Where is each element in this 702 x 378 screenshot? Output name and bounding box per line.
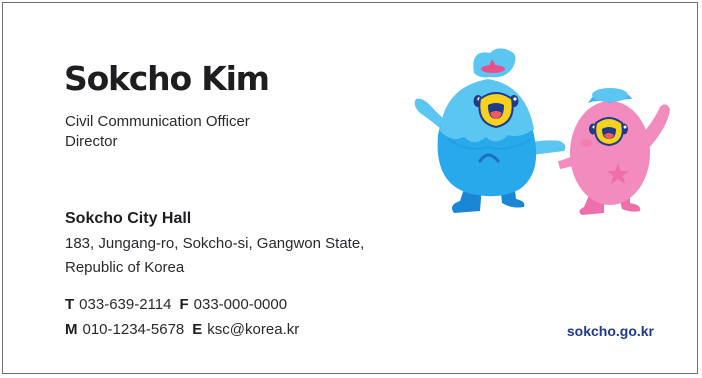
blue-mascot-icon: [414, 48, 566, 213]
mobile-value: 010-1234-5678: [82, 321, 185, 338]
fax-label: F: [179, 296, 189, 313]
tel-label: T: [65, 296, 75, 313]
organization-name: Sokcho City Hall: [65, 210, 192, 227]
person-name: Sokcho Kim: [64, 59, 270, 98]
fax-value: 033-000-0000: [193, 296, 288, 313]
address-line-1: 183, Jungang-ro, Sokcho-si, Gangwon Stat…: [65, 235, 365, 252]
mobile-email-row: M 010-1234-5678 Eksc@korea.kr: [65, 321, 299, 339]
tel-value: 033-639-2114: [79, 296, 172, 313]
job-position: Director: [65, 133, 118, 150]
email-value: ksc@korea.kr: [207, 321, 300, 338]
pink-mascot-icon: [558, 88, 670, 215]
business-card: Sokcho Kim Civil Communication Officer D…: [2, 2, 698, 374]
phone-fax-row: T 033-639-2114 F 033-000-0000: [65, 296, 287, 314]
email-label: E: [192, 321, 203, 338]
address-line-2: Republic of Korea: [65, 259, 185, 276]
mobile-label: M: [65, 321, 78, 338]
website-link[interactable]: sokcho.go.kr: [567, 322, 654, 340]
job-title: Civil Communication Officer: [65, 113, 250, 130]
mascot-illustration: [414, 48, 670, 215]
